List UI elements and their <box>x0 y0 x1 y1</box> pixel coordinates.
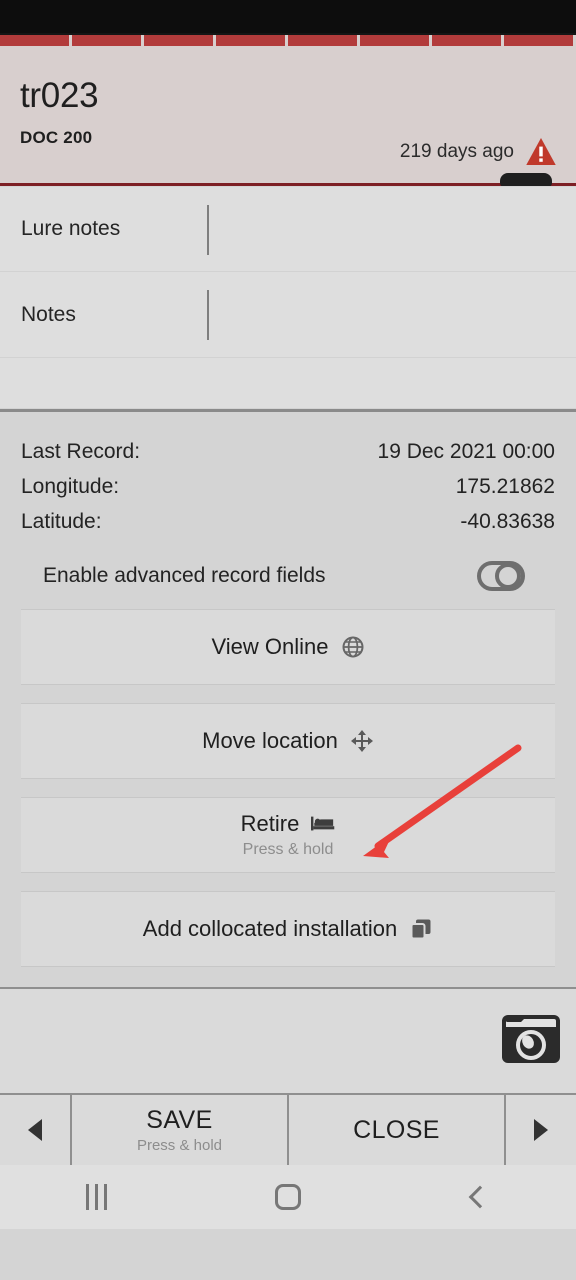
view-online-button[interactable]: View Online <box>21 609 555 685</box>
lure-notes-input[interactable] <box>207 187 576 271</box>
save-hint: Press & hold <box>136 1137 223 1154</box>
toggle-switch-icon <box>477 561 525 591</box>
last-checked-age: 219 days ago <box>399 140 514 162</box>
copy-layers-icon <box>410 919 431 940</box>
retire-button[interactable]: Retire Press & hold <box>21 797 555 873</box>
triangle-left-icon <box>28 1119 42 1141</box>
add-collocated-label: Add collocated installation <box>142 916 398 941</box>
segmented-progress-strip <box>0 33 576 58</box>
field-divider <box>207 290 209 340</box>
camera-icon[interactable] <box>500 1007 562 1069</box>
advanced-fields-row[interactable]: Enable advanced record fields <box>21 539 555 591</box>
notes-spacer <box>0 358 576 409</box>
home-button[interactable] <box>233 1184 343 1210</box>
progress-segment <box>432 35 504 46</box>
next-record-button[interactable] <box>504 1095 576 1165</box>
action-button-list: View Online Move location Retire Press &… <box>0 591 576 967</box>
progress-segment <box>288 35 360 46</box>
move-arrows-icon <box>350 730 373 752</box>
recents-button[interactable] <box>41 1184 151 1210</box>
record-info-key: Latitude: <box>21 510 102 533</box>
record-info-section: Last Record: 19 Dec 2021 00:00 Longitude… <box>0 412 576 591</box>
previous-record-button[interactable] <box>0 1095 72 1165</box>
notes-section: Lure notes Notes <box>0 186 576 409</box>
move-location-button[interactable]: Move location <box>21 703 555 779</box>
home-icon <box>275 1184 301 1210</box>
notes-row[interactable]: Notes <box>0 272 576 358</box>
lure-notes-row[interactable]: Lure notes <box>0 186 576 272</box>
page-title: tr023 <box>20 76 99 115</box>
record-header: tr023 DOC 200 219 days ago <box>0 46 576 187</box>
close-button[interactable]: CLOSE <box>289 1095 504 1165</box>
attachment-strip <box>0 987 576 1093</box>
progress-segment <box>360 35 432 46</box>
warning-triangle-icon <box>526 138 556 165</box>
retire-label: Retire <box>240 811 300 836</box>
record-info-value: -40.83638 <box>460 510 555 533</box>
triangle-right-icon <box>534 1119 548 1141</box>
save-button[interactable]: SAVE Press & hold <box>72 1095 289 1165</box>
back-button[interactable] <box>425 1185 535 1209</box>
record-info-row: Last Record: 19 Dec 2021 00:00 <box>21 434 555 469</box>
save-label: SAVE <box>146 1106 213 1134</box>
android-navigation-bar <box>0 1165 576 1229</box>
status-bar <box>0 0 576 33</box>
progress-segment <box>216 35 288 46</box>
header-status: 219 days ago <box>400 138 556 165</box>
globe-icon <box>342 636 363 658</box>
back-icon <box>468 1185 492 1209</box>
progress-segment <box>144 35 216 46</box>
record-info-key: Last Record: <box>21 440 141 463</box>
advanced-fields-toggle[interactable] <box>477 561 545 591</box>
record-info-row: Longitude: 175.21862 <box>21 469 555 504</box>
progress-segment <box>504 35 576 46</box>
retire-hint: Press & hold <box>242 841 334 858</box>
view-online-label: View Online <box>211 634 329 659</box>
scrolled-chip[interactable] <box>500 173 552 187</box>
field-divider <box>207 205 209 255</box>
close-label: CLOSE <box>353 1115 440 1144</box>
phone-screen: tr023 DOC 200 219 days ago Lure notes No… <box>0 0 576 1280</box>
progress-segment <box>72 35 144 46</box>
record-info-key: Longitude: <box>21 475 120 498</box>
record-info-row: Latitude: -40.83638 <box>21 504 555 539</box>
move-location-label: Move location <box>202 728 338 753</box>
notes-input[interactable] <box>207 272 576 357</box>
bottom-action-bar: SAVE Press & hold CLOSE <box>0 1093 576 1165</box>
progress-segment <box>0 35 72 46</box>
add-collocated-installation-button[interactable]: Add collocated installation <box>21 891 555 967</box>
record-info-value: 175.21862 <box>455 475 555 498</box>
recents-icon <box>85 1184 107 1210</box>
notes-label: Notes <box>21 302 76 326</box>
record-info-value: 19 Dec 2021 00:00 <box>377 440 555 463</box>
advanced-fields-label: Enable advanced record fields <box>43 564 326 587</box>
bed-icon <box>311 816 335 831</box>
lure-notes-label: Lure notes <box>21 217 121 240</box>
